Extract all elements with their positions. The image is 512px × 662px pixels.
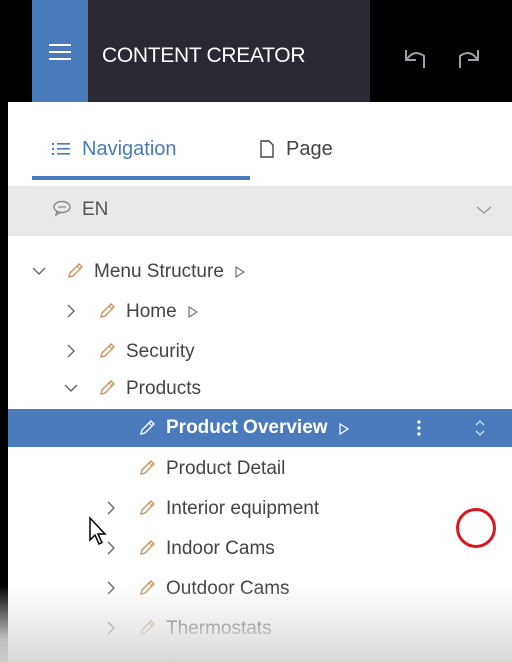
tree-item[interactable]: Interior equipment	[8, 489, 512, 529]
kebab-dots	[417, 420, 421, 436]
chevron-down-icon[interactable]	[64, 381, 78, 400]
pencil-icon[interactable]	[138, 499, 156, 522]
pencil-icon[interactable]	[138, 419, 156, 442]
pencil-icon[interactable]	[138, 539, 156, 562]
language-label: EN	[82, 199, 109, 220]
triangle	[235, 265, 246, 279]
mouse-cursor-icon	[88, 516, 110, 551]
reorder-handle-icon[interactable]	[468, 416, 492, 440]
undo-button[interactable]	[398, 44, 432, 74]
expand-chevron	[67, 304, 75, 318]
content-creator-app: CONTENT CREATOR Navigation Page EN Menu …	[0, 0, 512, 662]
triangle	[188, 305, 199, 319]
tab-navigation-label: Navigation	[82, 137, 177, 160]
tree-item-label: Security	[126, 341, 195, 362]
chevron-down-icon[interactable]	[32, 264, 46, 283]
expand-chevron	[64, 384, 78, 392]
tree-item-label: Indoor Cams	[166, 538, 275, 559]
bottom-fade	[0, 585, 512, 662]
up-down-arrows	[475, 420, 485, 436]
top-bar: CONTENT CREATOR	[0, 0, 512, 103]
highlight-circle	[456, 508, 496, 548]
tree-item[interactable]: Product Detail	[8, 449, 512, 489]
navigation-panel: Navigation Page EN Menu Structure Home S…	[8, 102, 512, 662]
menu-button[interactable]	[32, 0, 88, 103]
pencil-icon[interactable]	[66, 262, 84, 285]
edit-pencil	[100, 303, 115, 318]
tree-item-label: Home	[126, 301, 177, 322]
speech-bubble-icon	[52, 200, 72, 223]
hamburger-icon	[49, 43, 71, 60]
panel-tabs: Navigation Page	[8, 102, 512, 180]
list-icon	[52, 142, 70, 156]
app-title: CONTENT CREATOR	[102, 44, 306, 67]
expand-chevron	[107, 501, 115, 515]
tree-item[interactable]: Security	[8, 332, 512, 372]
more-options-icon[interactable]	[416, 419, 422, 442]
edit-pencil	[100, 343, 115, 358]
tab-page-label: Page	[286, 137, 333, 160]
tree-item[interactable]: Indoor Cams	[8, 529, 512, 569]
tab-navigation[interactable]: Navigation	[52, 134, 177, 164]
chevron-down-icon	[476, 202, 492, 220]
redo-icon	[459, 50, 479, 68]
tree-item-label: Menu Structure	[94, 261, 224, 282]
pencil-icon[interactable]	[98, 342, 116, 365]
tree-item[interactable]: Menu Structure	[8, 252, 512, 292]
tree-item-label: Interior equipment	[166, 498, 320, 519]
tree-item[interactable]: Products	[8, 369, 512, 409]
redo-button[interactable]	[452, 44, 486, 74]
pencil-icon[interactable]	[98, 302, 116, 325]
subpage-triangle-icon[interactable]	[234, 265, 246, 284]
edit-pencil	[140, 540, 155, 555]
tree-item-label: Product Detail	[166, 458, 286, 479]
language-selector[interactable]: EN	[8, 186, 512, 236]
chevron-right-icon[interactable]	[64, 344, 78, 363]
tab-page[interactable]: Page	[260, 134, 333, 164]
page-icon	[260, 140, 274, 158]
edit-pencil	[100, 380, 115, 395]
pencil-icon[interactable]	[138, 459, 156, 482]
chevron-right-icon[interactable]	[64, 304, 78, 323]
tree-item[interactable]: Product Overview	[8, 409, 512, 447]
subpage-triangle-icon[interactable]	[338, 422, 350, 441]
triangle	[339, 422, 350, 436]
edit-pencil	[140, 500, 155, 515]
active-tab-indicator	[32, 176, 250, 180]
pencil-icon[interactable]	[98, 379, 116, 402]
edit-pencil	[140, 460, 155, 475]
edit-pencil	[140, 420, 155, 435]
tree-item-label: Products	[126, 378, 201, 399]
subpage-triangle-icon[interactable]	[187, 305, 199, 324]
edit-pencil	[68, 263, 83, 278]
tree-item[interactable]: Home	[8, 292, 512, 332]
expand-chevron	[32, 267, 46, 275]
undo-icon	[405, 50, 425, 68]
tree-item-label: Product Overview	[166, 417, 328, 438]
expand-chevron	[67, 344, 75, 358]
